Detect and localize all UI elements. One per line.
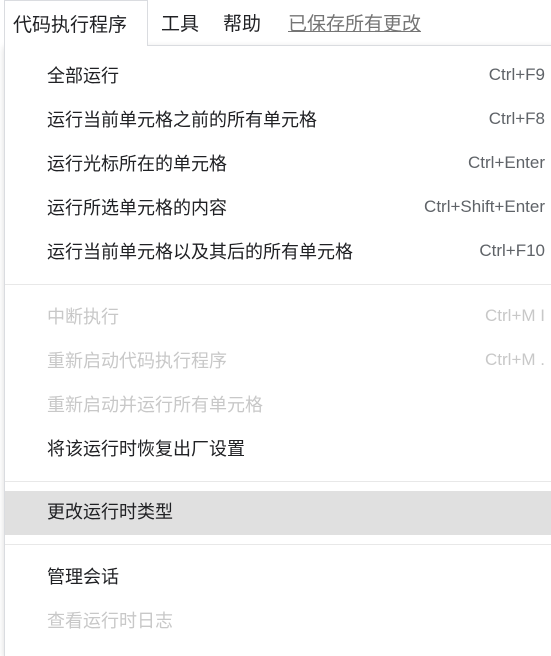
runtime-dropdown-menu: 全部运行 Ctrl+F9 运行当前单元格之前的所有单元格 Ctrl+F8 运行光… (4, 45, 551, 656)
menu-divider (5, 481, 551, 482)
menu-item-label: 更改运行时类型 (47, 502, 173, 523)
menu-item-restart-run-all: 重新启动并运行所有单元格 (5, 384, 551, 428)
menu-item-run-focused[interactable]: 运行光标所在的单元格 Ctrl+Enter (5, 143, 551, 187)
menu-item-shortcut: Ctrl+M . (485, 350, 545, 369)
menubar: 代码执行程序 工具 帮助 已保存所有更改 (0, 0, 551, 46)
saved-status-link[interactable]: 已保存所有更改 (288, 0, 421, 46)
menu-item-run-before[interactable]: 运行当前单元格之前的所有单元格 Ctrl+F8 (5, 99, 551, 143)
menu-runtime[interactable]: 代码执行程序 (4, 0, 148, 46)
menu-item-label: 运行当前单元格以及其后的所有单元格 (47, 242, 353, 263)
menu-item-factory-reset[interactable]: 将该运行时恢复出厂设置 (5, 428, 551, 472)
menu-item-run-selection[interactable]: 运行所选单元格的内容 Ctrl+Shift+Enter (5, 187, 551, 231)
menu-help[interactable]: 帮助 (223, 0, 261, 46)
menu-tools[interactable]: 工具 (161, 0, 199, 46)
menu-item-run-after[interactable]: 运行当前单元格以及其后的所有单元格 Ctrl+F10 (5, 231, 551, 275)
menu-divider (5, 544, 551, 545)
menu-item-label: 运行当前单元格之前的所有单元格 (47, 110, 317, 131)
menu-item-label: 运行光标所在的单元格 (47, 154, 227, 175)
menu-item-shortcut: Ctrl+Enter (468, 153, 545, 172)
menu-divider (5, 284, 551, 285)
menu-item-label: 重新启动代码执行程序 (47, 351, 227, 372)
menu-item-shortcut: Ctrl+Shift+Enter (424, 197, 545, 216)
menu-item-label: 中断执行 (47, 307, 119, 328)
menu-item-run-all[interactable]: 全部运行 Ctrl+F9 (5, 55, 551, 99)
menu-item-label: 将该运行时恢复出厂设置 (47, 439, 245, 460)
menu-item-view-runtime-logs: 查看运行时日志 (5, 600, 551, 644)
menu-item-label: 重新启动并运行所有单元格 (47, 395, 263, 416)
menu-item-change-runtime-type[interactable]: 更改运行时类型 (5, 491, 551, 535)
menu-item-label: 运行所选单元格的内容 (47, 198, 227, 219)
menu-item-label: 管理会话 (47, 567, 119, 588)
menu-item-interrupt: 中断执行 Ctrl+M I (5, 296, 551, 340)
menu-item-shortcut: Ctrl+F9 (488, 65, 545, 84)
menu-item-shortcut: Ctrl+M I (485, 306, 545, 325)
menu-item-restart: 重新启动代码执行程序 Ctrl+M . (5, 340, 551, 384)
menu-item-label: 查看运行时日志 (47, 611, 173, 632)
menu-item-shortcut: Ctrl+F8 (488, 109, 545, 128)
menu-item-manage-sessions[interactable]: 管理会话 (5, 556, 551, 600)
menu-item-shortcut: Ctrl+F10 (479, 241, 545, 260)
menu-item-label: 全部运行 (47, 66, 119, 87)
